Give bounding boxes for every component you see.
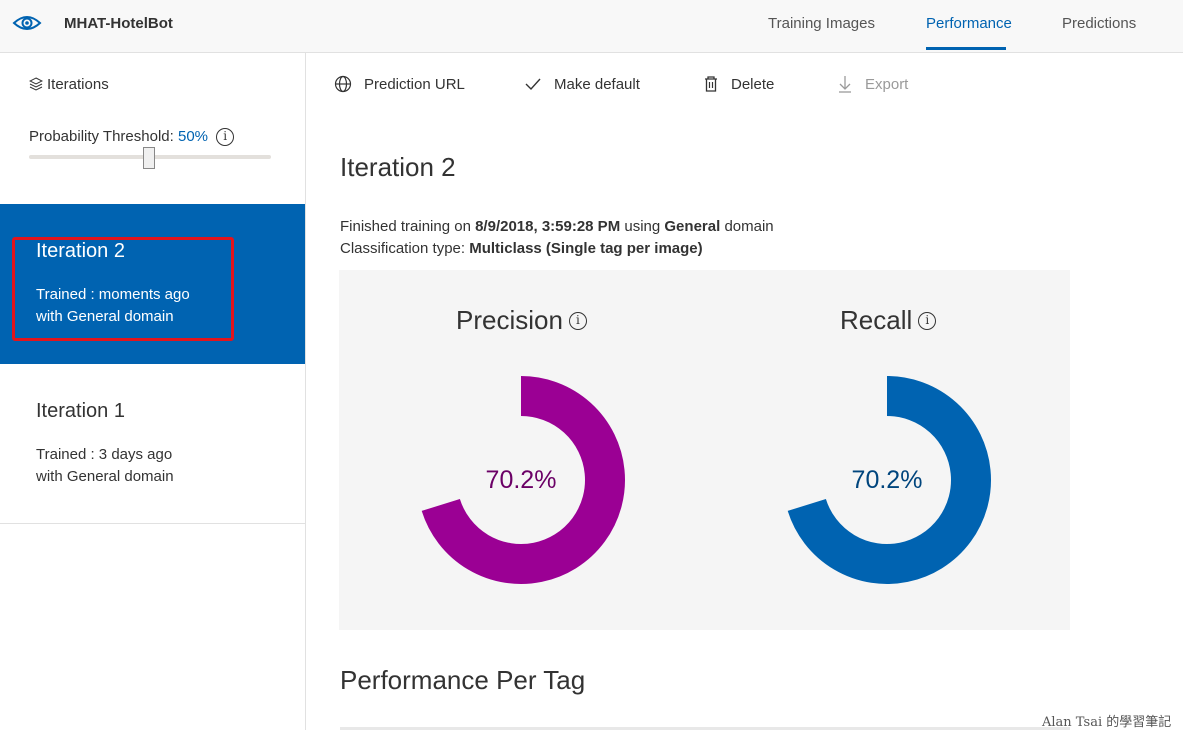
trash-icon — [705, 76, 717, 92]
classification-prefix: Classification type: — [340, 240, 466, 257]
precision-value: 70.2% — [485, 466, 557, 494]
iteration-domain: with General domain — [36, 468, 174, 485]
delete-button[interactable]: Delete — [703, 75, 774, 93]
performance-per-tag-title: Performance Per Tag — [340, 665, 586, 695]
iteration-card-1[interactable]: Iteration 1 Trained : 3 days ago with Ge… — [0, 364, 305, 524]
globe-icon — [334, 75, 352, 93]
classification-type: Multiclass (Single tag per image) — [469, 240, 703, 257]
using-text: using — [624, 218, 661, 235]
info-icon[interactable]: i — [216, 128, 235, 146]
threshold-slider-thumb[interactable] — [143, 147, 155, 169]
iteration-trained: Trained : 3 days ago — [36, 446, 173, 463]
classification-info: Classification type: Multiclass (Single … — [340, 240, 703, 257]
precision-label: Precision — [456, 305, 563, 335]
threshold-value: 50% — [177, 128, 209, 145]
sidebar: Iterations Probability Threshold: 50% i … — [0, 53, 306, 730]
watermark: Alan Tsai 的學習筆記 — [1042, 715, 1172, 730]
iteration-card-2[interactable]: Iteration 2 Trained : moments ago with G… — [0, 204, 305, 364]
iterations-label: Iterations — [47, 76, 109, 93]
page-title: Iteration 2 — [340, 152, 456, 182]
metrics-panel: Precision i Recall i 70.2% 70.2% — [339, 270, 1070, 630]
finished-prefix: Finished training on — [340, 218, 471, 235]
threshold-label: Probability Threshold: — [29, 128, 174, 145]
make-default-button[interactable]: Make default — [524, 75, 640, 93]
iteration-name: Iteration 1 — [36, 400, 125, 422]
export-button[interactable]: Export — [837, 75, 908, 93]
finished-date: 8/9/2018, 3:59:28 PM — [475, 218, 621, 235]
prediction-url-button[interactable]: Prediction URL — [334, 75, 465, 93]
domain-suffix: domain — [724, 218, 774, 235]
tab-training-images[interactable]: Training Images — [768, 15, 875, 32]
delete-label: Delete — [731, 75, 775, 93]
eye-logo-icon[interactable] — [12, 11, 42, 35]
domain-name: General — [664, 218, 721, 235]
checkmark-icon — [525, 78, 541, 91]
prediction-url-label: Prediction URL — [364, 75, 465, 93]
recall-info-icon[interactable]: i — [918, 311, 937, 330]
training-info: Finished training on 8/9/2018, 3:59:28 P… — [340, 218, 774, 235]
precision-title: Precision i — [456, 305, 587, 336]
make-default-label: Make default — [554, 75, 640, 93]
export-label: Export — [865, 75, 909, 93]
probability-threshold: Probability Threshold: 50% i — [29, 128, 235, 146]
tab-predictions[interactable]: Predictions — [1062, 15, 1136, 32]
recall-label: Recall — [840, 305, 913, 335]
active-tab-indicator — [926, 47, 1006, 50]
highlight-box — [12, 237, 234, 341]
layers-icon — [28, 77, 44, 91]
recall-value: 70.2% — [851, 466, 923, 494]
app-name: MHAT-HotelBot — [64, 15, 173, 32]
tab-performance[interactable]: Performance — [926, 15, 1012, 32]
recall-title: Recall i — [840, 305, 937, 336]
top-bar: MHAT-HotelBot Training Images Performanc… — [0, 0, 1183, 53]
precision-info-icon[interactable]: i — [568, 311, 587, 330]
download-icon — [839, 76, 851, 93]
iterations-header: Iterations — [28, 76, 109, 93]
